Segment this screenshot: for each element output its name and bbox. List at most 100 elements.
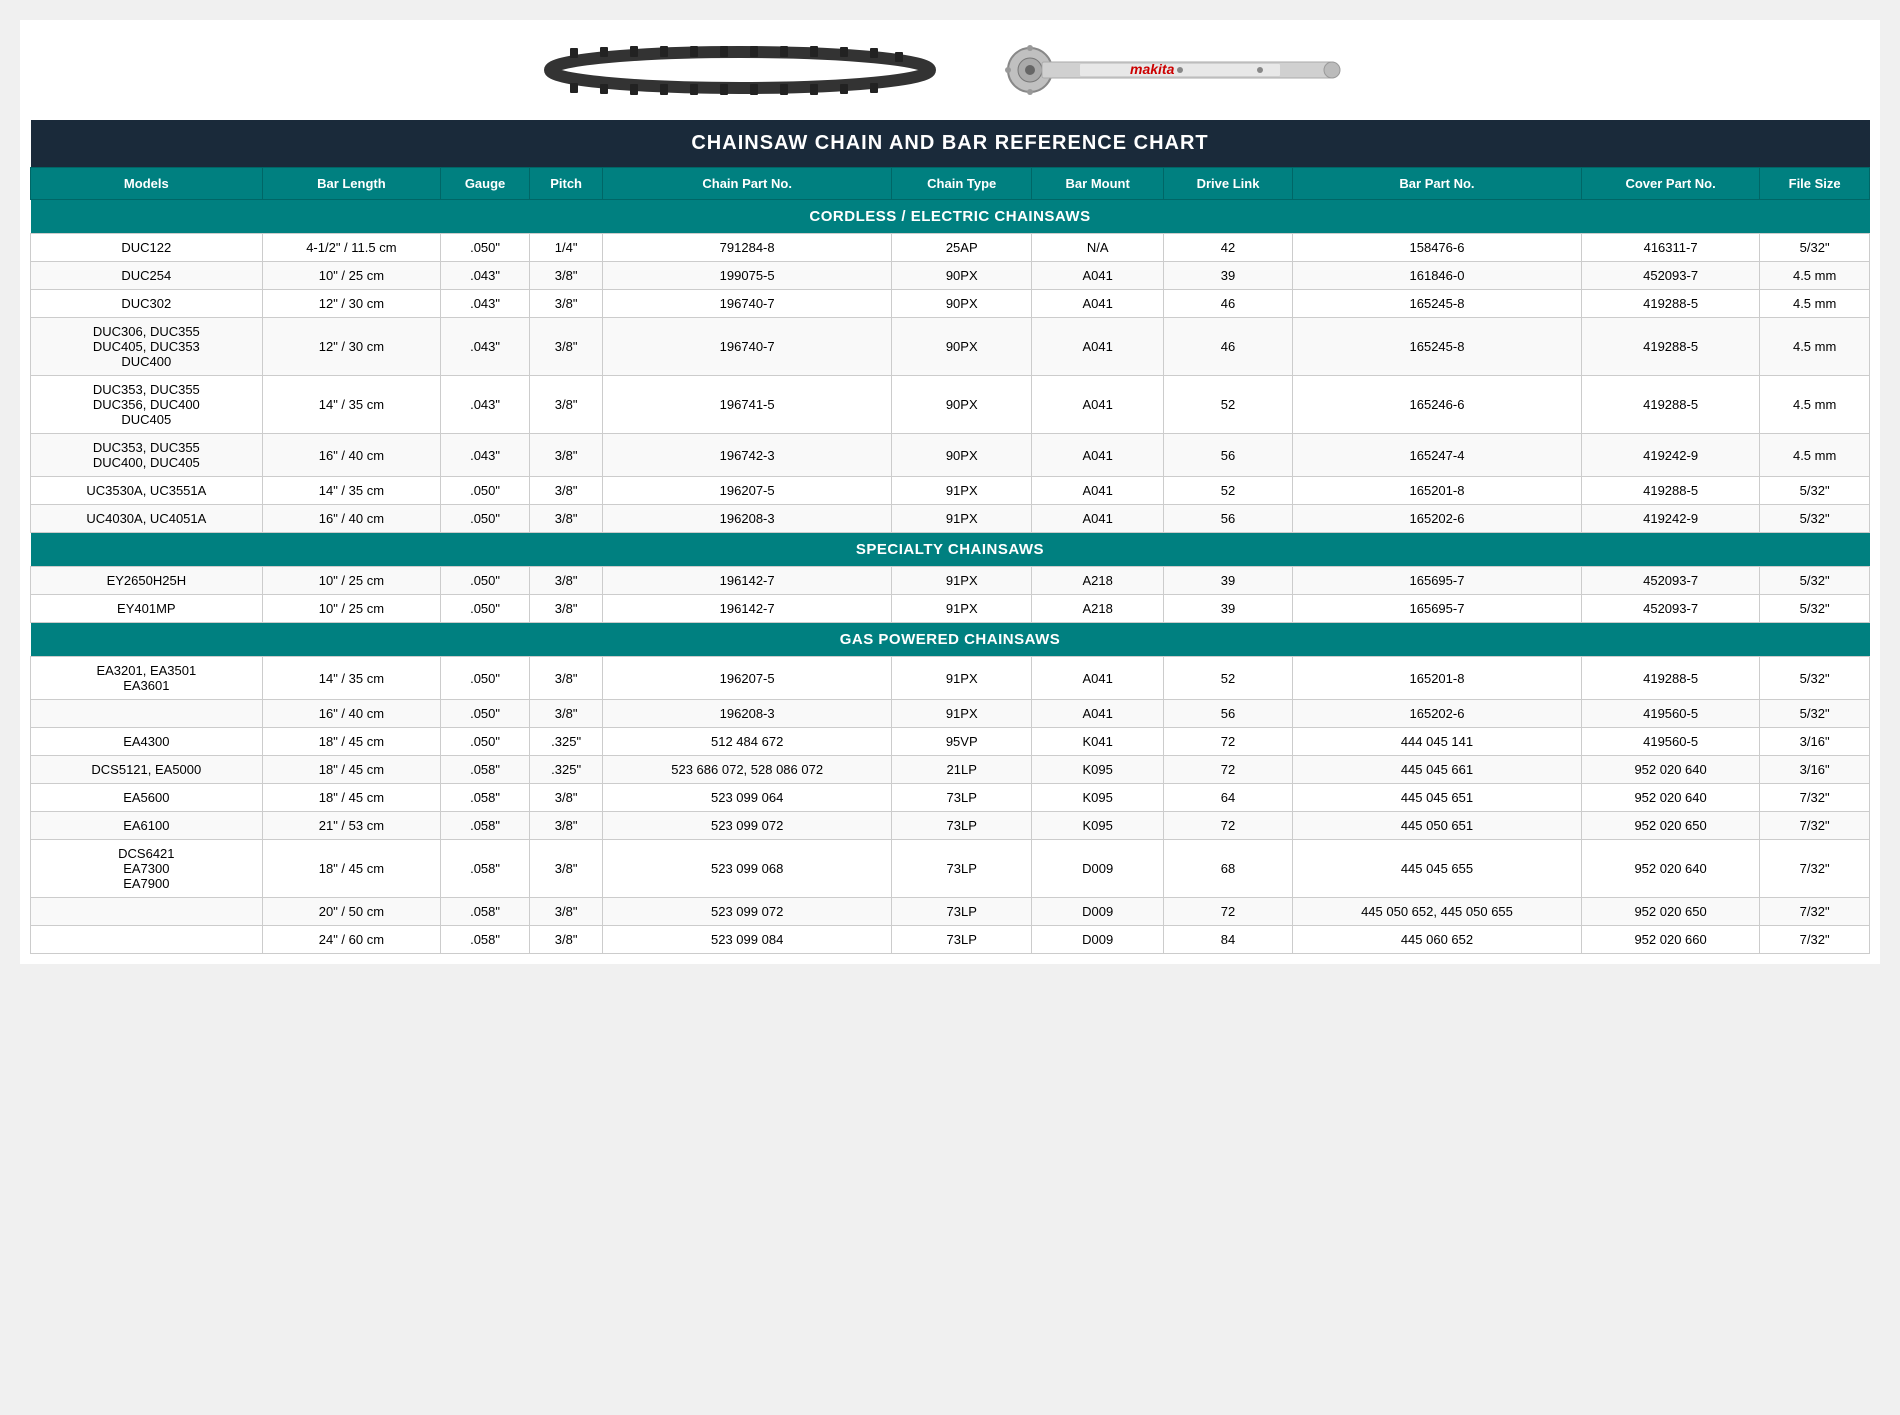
table-cell: A041 bbox=[1032, 505, 1164, 533]
table-cell: 64 bbox=[1164, 784, 1293, 812]
table-cell: .050" bbox=[441, 595, 530, 623]
table-cell: 3/8" bbox=[529, 505, 602, 533]
table-cell: 90PX bbox=[892, 376, 1032, 434]
chain-image bbox=[540, 43, 940, 98]
table-cell: A218 bbox=[1032, 595, 1164, 623]
table-cell: 72 bbox=[1164, 728, 1293, 756]
table-cell bbox=[31, 898, 263, 926]
col-chain-type: Chain Type bbox=[892, 168, 1032, 200]
table-cell: A041 bbox=[1032, 434, 1164, 477]
table-cell: 39 bbox=[1164, 262, 1293, 290]
section-header-row: CORDLESS / ELECTRIC CHAINSAWS bbox=[31, 200, 1870, 234]
table-cell: A041 bbox=[1032, 700, 1164, 728]
table-cell: 73LP bbox=[892, 784, 1032, 812]
table-cell: 3/8" bbox=[529, 318, 602, 376]
table-cell: 16" / 40 cm bbox=[262, 434, 440, 477]
table-cell: 73LP bbox=[892, 926, 1032, 954]
table-cell: 7/32" bbox=[1760, 812, 1870, 840]
table-cell: 196208-3 bbox=[603, 505, 892, 533]
table-cell: 73LP bbox=[892, 812, 1032, 840]
table-cell: DCS5121, EA5000 bbox=[31, 756, 263, 784]
table-cell: 3/8" bbox=[529, 262, 602, 290]
table-cell: 4-1/2" / 11.5 cm bbox=[262, 234, 440, 262]
table-cell: 952 020 640 bbox=[1581, 784, 1759, 812]
table-cell: .050" bbox=[441, 505, 530, 533]
table-row: EA430018" / 45 cm.050".325"512 484 67295… bbox=[31, 728, 1870, 756]
table-cell: 91PX bbox=[892, 477, 1032, 505]
table-cell: 445 050 651 bbox=[1293, 812, 1582, 840]
table-cell: 5/32" bbox=[1760, 477, 1870, 505]
chart-title: CHAINSAW CHAIN AND BAR REFERENCE CHART bbox=[31, 120, 1870, 168]
table-cell: 452093-7 bbox=[1581, 567, 1759, 595]
table-cell: 7/32" bbox=[1760, 898, 1870, 926]
table-row: DCS5121, EA500018" / 45 cm.058".325"523 … bbox=[31, 756, 1870, 784]
table-cell: A041 bbox=[1032, 376, 1164, 434]
table-cell: 12" / 30 cm bbox=[262, 318, 440, 376]
table-row: DUC30212" / 30 cm.043"3/8"196740-790PXA0… bbox=[31, 290, 1870, 318]
table-cell: 3/8" bbox=[529, 376, 602, 434]
table-cell: A041 bbox=[1032, 657, 1164, 700]
table-cell: 444 045 141 bbox=[1293, 728, 1582, 756]
table-cell: 90PX bbox=[892, 290, 1032, 318]
section-header-row: GAS POWERED CHAINSAWS bbox=[31, 623, 1870, 657]
table-cell: 196142-7 bbox=[603, 567, 892, 595]
table-cell: .043" bbox=[441, 318, 530, 376]
table-cell: DUC254 bbox=[31, 262, 263, 290]
col-bar-part-no: Bar Part No. bbox=[1293, 168, 1582, 200]
table-cell: 68 bbox=[1164, 840, 1293, 898]
table-cell: 3/8" bbox=[529, 434, 602, 477]
table-cell: 952 020 640 bbox=[1581, 756, 1759, 784]
table-cell: 196742-3 bbox=[603, 434, 892, 477]
table-cell: 39 bbox=[1164, 595, 1293, 623]
table-cell: 165202-6 bbox=[1293, 505, 1582, 533]
table-cell: 3/8" bbox=[529, 657, 602, 700]
table-cell: 165202-6 bbox=[1293, 700, 1582, 728]
table-cell: 24" / 60 cm bbox=[262, 926, 440, 954]
table-cell: 952 020 640 bbox=[1581, 840, 1759, 898]
table-cell: 165695-7 bbox=[1293, 567, 1582, 595]
table-cell: K095 bbox=[1032, 812, 1164, 840]
table-cell: 165245-8 bbox=[1293, 290, 1582, 318]
table-cell: EA6100 bbox=[31, 812, 263, 840]
table-cell: 419242-9 bbox=[1581, 434, 1759, 477]
table-cell: 952 020 660 bbox=[1581, 926, 1759, 954]
table-cell: 21LP bbox=[892, 756, 1032, 784]
table-cell: 416311-7 bbox=[1581, 234, 1759, 262]
table-row: UC3530A, UC3551A14" / 35 cm.050"3/8"1962… bbox=[31, 477, 1870, 505]
table-row: EA3201, EA3501 EA360114" / 35 cm.050"3/8… bbox=[31, 657, 1870, 700]
table-cell: 91PX bbox=[892, 700, 1032, 728]
table-cell: DUC306, DUC355 DUC405, DUC353 DUC400 bbox=[31, 318, 263, 376]
table-cell: 16" / 40 cm bbox=[262, 505, 440, 533]
table-cell: 3/16" bbox=[1760, 756, 1870, 784]
table-cell: 419288-5 bbox=[1581, 477, 1759, 505]
table-cell: DCS6421 EA7300 EA7900 bbox=[31, 840, 263, 898]
section-title: GAS POWERED CHAINSAWS bbox=[31, 623, 1870, 657]
table-cell: 5/32" bbox=[1760, 505, 1870, 533]
table-cell: .058" bbox=[441, 840, 530, 898]
table-cell: 56 bbox=[1164, 434, 1293, 477]
table-cell: EA4300 bbox=[31, 728, 263, 756]
col-pitch: Pitch bbox=[529, 168, 602, 200]
table-cell: 4.5 mm bbox=[1760, 290, 1870, 318]
table-cell: UC3530A, UC3551A bbox=[31, 477, 263, 505]
table-row: DCS6421 EA7300 EA790018" / 45 cm.058"3/8… bbox=[31, 840, 1870, 898]
table-cell: .050" bbox=[441, 657, 530, 700]
table-cell: 12" / 30 cm bbox=[262, 290, 440, 318]
table-cell: A218 bbox=[1032, 567, 1164, 595]
table-cell: 3/8" bbox=[529, 812, 602, 840]
col-bar-length: Bar Length bbox=[262, 168, 440, 200]
table-cell: .058" bbox=[441, 812, 530, 840]
table-cell: 21" / 53 cm bbox=[262, 812, 440, 840]
table-cell: 196740-7 bbox=[603, 290, 892, 318]
table-cell: 196142-7 bbox=[603, 595, 892, 623]
svg-text:makita: makita bbox=[1130, 61, 1175, 77]
table-cell: .043" bbox=[441, 376, 530, 434]
table-cell: 419288-5 bbox=[1581, 657, 1759, 700]
table-cell: 18" / 45 cm bbox=[262, 784, 440, 812]
table-cell: .050" bbox=[441, 234, 530, 262]
table-cell: 52 bbox=[1164, 376, 1293, 434]
table-cell: 523 099 072 bbox=[603, 812, 892, 840]
table-cell: 46 bbox=[1164, 318, 1293, 376]
table-cell: 90PX bbox=[892, 434, 1032, 477]
table-cell: 512 484 672 bbox=[603, 728, 892, 756]
